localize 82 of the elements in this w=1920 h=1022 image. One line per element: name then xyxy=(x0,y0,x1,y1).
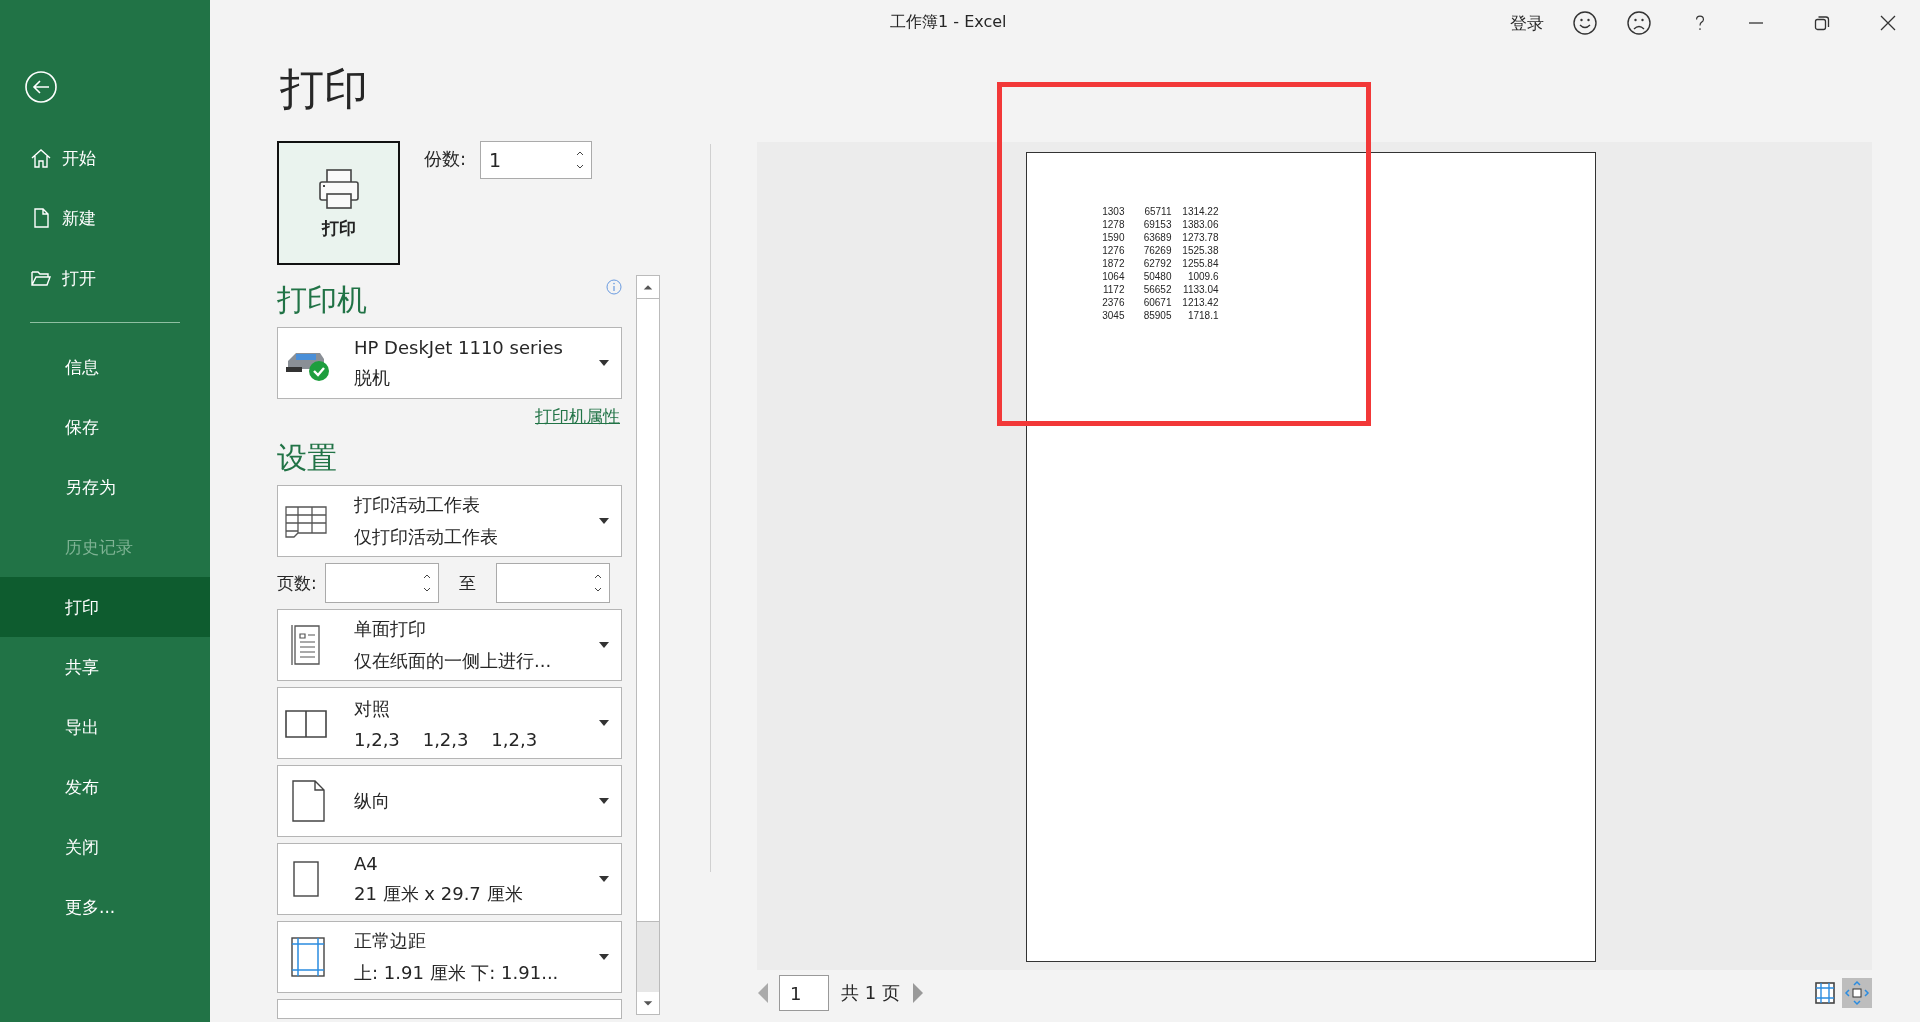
home-icon xyxy=(30,147,52,169)
table-cell-text: 1172 xyxy=(1102,283,1125,296)
settings-dropdown[interactable]: A4 21 厘米 x 29.7 厘米 xyxy=(277,843,622,915)
sidebar-item[interactable]: 共享 xyxy=(0,637,210,697)
table-cell-text: 76269 xyxy=(1142,244,1172,257)
frown-icon[interactable] xyxy=(1626,10,1652,36)
printer-icon xyxy=(316,166,361,211)
caret-icon xyxy=(599,518,609,524)
table-cell-text: 1213.42 xyxy=(1181,296,1219,309)
table-cell-text: 65711 xyxy=(1143,205,1172,218)
printer-properties-link[interactable]: 打印机属性 xyxy=(535,405,620,428)
settings-dropdown[interactable]: 打印活动工作表 仅打印活动工作表 xyxy=(277,485,622,557)
sign-in-link[interactable]: 登录 xyxy=(1510,11,1544,35)
table-cell-text: 56652 xyxy=(1142,283,1172,296)
caret-icon xyxy=(599,798,609,804)
table-cell: 2376 xyxy=(1101,296,1125,309)
sidebar-item[interactable]: 关闭 xyxy=(0,817,210,877)
close-icon[interactable] xyxy=(1880,15,1896,31)
sidebar-item[interactable]: 另存为 xyxy=(0,457,210,517)
table-cell-text: 1009.6 xyxy=(1186,270,1219,283)
restore-icon[interactable] xyxy=(1814,15,1830,31)
page-title: 打印 xyxy=(280,62,369,116)
help-icon[interactable] xyxy=(1694,14,1706,32)
sidebar-item[interactable]: 保存 xyxy=(0,397,210,457)
table-cell-text: 1718.1 xyxy=(1186,309,1219,322)
printer-heading: 打印机 xyxy=(277,281,367,319)
settings-heading: 设置 xyxy=(277,439,338,477)
to-label: 至 xyxy=(458,571,476,595)
smile-icon[interactable] xyxy=(1572,10,1598,36)
settings-dropdown[interactable]: 纵向 xyxy=(277,765,622,837)
page-total: 共 1 页 xyxy=(841,981,900,1005)
scrollbar[interactable] xyxy=(636,275,660,1015)
caret-icon xyxy=(599,876,609,882)
sidebar-item[interactable]: 发布 xyxy=(0,757,210,817)
caret-icon xyxy=(599,642,609,648)
sidebar-item[interactable]: 开始 xyxy=(0,128,210,188)
page-from-field[interactable] xyxy=(324,563,439,603)
sidebar-item[interactable]: 打开 xyxy=(0,248,210,308)
table-cell-text: 1383.06 xyxy=(1181,218,1219,231)
table-cell: 1303 xyxy=(1101,205,1125,218)
settings-dropdown[interactable]: 单面打印 仅在纸面的一侧上进行... xyxy=(277,609,622,681)
table-cell: 1278 xyxy=(1101,218,1125,231)
table-cell-text: 1133.04 xyxy=(1182,283,1219,296)
copies-label: 份数: xyxy=(424,147,467,171)
table-cell: 1590 xyxy=(1101,231,1125,244)
caret-icon xyxy=(599,954,609,960)
printer-dropdown[interactable]: HP DeskJet 1110 series 脱机 xyxy=(277,327,622,399)
next-page-icon[interactable] xyxy=(911,982,924,1004)
table-cell-text: 1314.22 xyxy=(1181,205,1219,218)
caret-icon xyxy=(599,360,609,366)
table-cell-text: 50480 xyxy=(1142,270,1172,283)
sidebar-item[interactable]: 导出 xyxy=(0,697,210,757)
print-button[interactable]: 打印 xyxy=(277,141,400,265)
table-cell-text: 63689 xyxy=(1142,231,1172,244)
sidebar-item[interactable]: 信息 xyxy=(0,337,210,397)
scroll-thumb[interactable] xyxy=(637,298,659,922)
page-to-field[interactable] xyxy=(495,563,610,603)
sidebar-item[interactable]: 打印 xyxy=(0,577,210,637)
settings-dropdown[interactable]: 正常边距 上: 1.91 厘米 下: 1.91... xyxy=(277,921,622,993)
table-cell: 3045 xyxy=(1101,309,1125,322)
table-cell-text: 1525.38 xyxy=(1181,244,1219,257)
show-margins-icon[interactable] xyxy=(1814,981,1836,1005)
table-cell-text: 60671 xyxy=(1142,296,1172,309)
page-number-field[interactable]: 1 xyxy=(779,975,829,1011)
table-cell-text: 1273.78 xyxy=(1181,231,1219,244)
scroll-up-icon[interactable] xyxy=(637,276,659,298)
zoom-to-page-icon[interactable] xyxy=(1842,978,1872,1008)
table-cell: 1872 xyxy=(1101,257,1125,270)
table-cell: 1276 xyxy=(1101,244,1125,257)
pages-label: 页数: xyxy=(277,571,317,595)
settings-dropdown[interactable]: 对照 1,2,3 1,2,3 1,2,3 xyxy=(277,687,622,759)
table-cell-text: 1255.84 xyxy=(1181,257,1219,270)
copies-field[interactable]: 1 xyxy=(480,141,593,179)
caret-icon xyxy=(599,720,609,726)
sidebar-item[interactable]: 新建 xyxy=(0,188,210,248)
scroll-down-icon[interactable] xyxy=(637,992,659,1014)
table-cell-text: 85905 xyxy=(1142,309,1172,322)
window-title: 工作簿1 - Excel xyxy=(890,12,1007,33)
table-cell-text: 62792 xyxy=(1142,257,1172,270)
table-cell-text: 69153 xyxy=(1142,218,1172,231)
table-cell: 1064 xyxy=(1101,270,1125,283)
sidebar-item[interactable]: 更多... xyxy=(0,877,210,937)
